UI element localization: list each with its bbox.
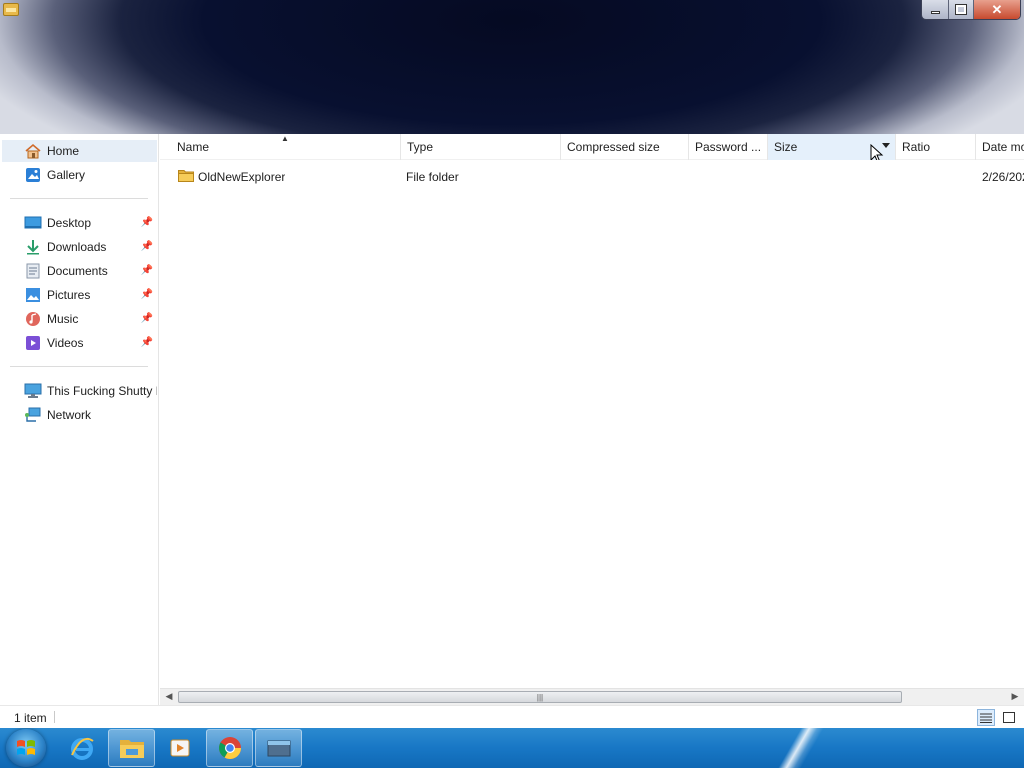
column-compressed-size[interactable]: Compressed size — [561, 134, 689, 160]
chrome-icon — [218, 737, 241, 759]
desktop-icon — [24, 215, 42, 231]
window-titlebar: ✕ — [0, 0, 1024, 134]
nav-item-label: Videos — [47, 336, 84, 350]
minimize-icon — [930, 11, 940, 14]
close-icon: ✕ — [991, 1, 1003, 17]
horizontal-scrollbar[interactable]: ◀ ||| ▶ — [160, 688, 1024, 705]
nav-item-desktop[interactable]: Desktop 📌 — [2, 212, 157, 234]
home-icon — [24, 143, 42, 159]
details-view-icon — [980, 713, 992, 723]
document-icon — [24, 263, 42, 279]
column-label: Password ... — [695, 140, 762, 154]
nav-item-label: Network — [47, 408, 92, 422]
column-label: Ratio — [902, 140, 931, 154]
nav-divider — [10, 198, 148, 199]
column-ratio[interactable]: Ratio — [896, 134, 976, 160]
computer-icon — [24, 383, 42, 399]
status-bar: 1 item — [0, 705, 1024, 728]
maximize-button[interactable] — [948, 0, 973, 19]
taskbar-chrome[interactable] — [206, 729, 253, 767]
windows-logo-icon — [17, 740, 35, 755]
pin-icon[interactable]: 📌 — [141, 265, 153, 276]
internet-explorer-icon — [70, 737, 94, 760]
nav-item-label: Desktop — [47, 216, 92, 230]
navigation-pane: Home Gallery Desktop 📌 Downloads 📌 Docum… — [0, 134, 159, 706]
music-icon — [24, 311, 42, 327]
pin-icon[interactable]: 📌 — [141, 337, 153, 348]
column-label: Type — [407, 140, 434, 154]
nav-item-gallery[interactable]: Gallery — [2, 164, 157, 186]
folder-app-icon[interactable] — [3, 3, 19, 16]
folder-icon — [119, 740, 144, 758]
nav-item-label: Documents — [47, 264, 108, 278]
column-label: Compressed size — [567, 140, 660, 154]
pin-icon[interactable]: 📌 — [141, 313, 153, 324]
video-icon — [24, 335, 42, 351]
nav-item-label: Pictures — [47, 288, 91, 302]
column-label: Size — [774, 140, 798, 154]
nav-item-videos[interactable]: Videos 📌 — [2, 332, 157, 354]
scroll-left-icon[interactable]: ◀ — [162, 691, 176, 702]
nav-item-music[interactable]: Music 📌 — [2, 308, 157, 330]
taskbar-internet-explorer[interactable] — [58, 729, 105, 767]
nav-item-pictures[interactable]: Pictures 📌 — [2, 284, 157, 306]
network-icon — [24, 407, 42, 423]
pin-icon[interactable]: 📌 — [141, 289, 153, 300]
pin-icon[interactable]: 📌 — [141, 241, 153, 252]
nav-item-label: This Fucking Shutty PC — [47, 384, 157, 398]
nav-divider — [10, 366, 148, 367]
taskbar-window-app[interactable] — [255, 729, 302, 767]
app-window-icon — [267, 740, 290, 757]
sort-ascending-icon: ▲ — [281, 134, 289, 143]
pin-icon[interactable]: 📌 — [141, 217, 153, 228]
column-label: Name — [177, 140, 210, 154]
status-divider — [54, 711, 55, 723]
nav-item-label: Downloads — [47, 240, 107, 254]
folder-icon — [178, 170, 194, 182]
scroll-thumb[interactable]: ||| — [178, 691, 902, 703]
details-view-button[interactable] — [977, 709, 995, 726]
tiles-view-icon — [1003, 712, 1015, 723]
taskbar-file-explorer[interactable] — [108, 729, 155, 767]
window-controls: ✕ — [921, 0, 1021, 20]
file-date: 2/26/2024 — [982, 170, 1024, 184]
nav-item-this-pc[interactable]: This Fucking Shutty PC — [2, 380, 157, 402]
file-type: File folder — [406, 170, 459, 184]
taskbar — [0, 728, 1024, 768]
tiles-view-button[interactable] — [1000, 709, 1018, 726]
nav-item-documents[interactable]: Documents 📌 — [2, 260, 157, 282]
grip-icon: ||| — [536, 692, 544, 702]
taskbar-media-player[interactable] — [156, 729, 203, 767]
nav-item-label: Home — [47, 144, 80, 158]
close-button[interactable]: ✕ — [973, 0, 1020, 19]
file-list: OldNewExplorer File folder 2/26/2024 — [160, 160, 1024, 688]
column-name[interactable]: Name ▲ — [160, 134, 401, 160]
nav-item-label: Gallery — [47, 168, 86, 182]
table-row[interactable]: OldNewExplorer File folder 2/26/2024 — [160, 166, 1024, 188]
nav-item-label: Music — [47, 312, 79, 326]
minimize-button[interactable] — [922, 0, 948, 19]
scroll-right-icon[interactable]: ▶ — [1008, 691, 1022, 702]
restore-icon — [955, 4, 967, 15]
media-player-icon — [170, 739, 189, 757]
column-password[interactable]: Password ... — [689, 134, 768, 160]
file-name: OldNewExplorer — [198, 170, 286, 184]
nav-item-home[interactable]: Home — [2, 140, 157, 162]
column-type[interactable]: Type — [401, 134, 561, 160]
start-button[interactable] — [6, 729, 46, 767]
picture-icon — [24, 287, 42, 303]
gallery-icon — [24, 167, 42, 183]
download-icon — [24, 239, 42, 255]
column-header: Name ▲ Type Compressed size Password ...… — [160, 134, 1024, 160]
column-date-modified[interactable]: Date modified — [976, 134, 1024, 160]
nav-item-downloads[interactable]: Downloads 📌 — [2, 236, 157, 258]
column-label: Date modified — [982, 140, 1024, 154]
nav-item-network[interactable]: Network — [2, 404, 157, 426]
item-count: 1 item — [14, 711, 47, 725]
